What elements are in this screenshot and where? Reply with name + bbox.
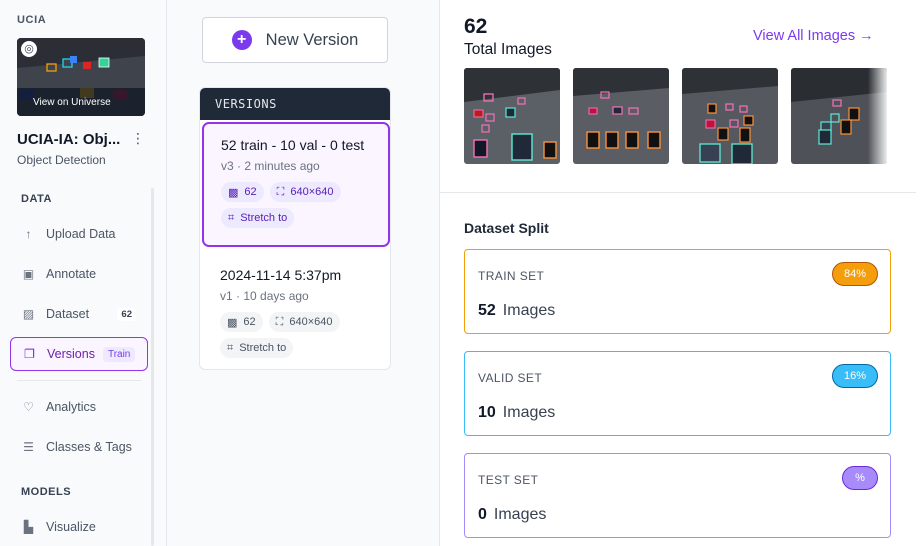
workspace-name: UCIA <box>17 14 47 26</box>
sidebar-item-label: Visualize <box>46 520 96 534</box>
plus-icon: + <box>231 30 252 50</box>
sidebar-scrollbar[interactable] <box>151 188 154 546</box>
new-version-label: New Version <box>265 30 359 49</box>
image-count: 62 <box>243 316 256 328</box>
section-data-heading: DATA <box>21 193 52 205</box>
upload-icon: ↑ <box>25 227 32 241</box>
test-set-label: TEST SET <box>478 473 539 487</box>
image-preview[interactable] <box>791 68 887 164</box>
new-version-button[interactable]: + New Version <box>202 17 388 63</box>
version-card-v3[interactable]: 52 train - 10 val - 0 test v3 · 2 minute… <box>202 122 390 247</box>
dataset-count-badge: 62 <box>117 307 136 321</box>
version-title: 2024-11-14 5:37pm <box>220 267 342 283</box>
valid-set-card[interactable]: VALID SET 16% 10 Images <box>464 351 891 436</box>
visualize-icon: ▙ <box>23 520 34 534</box>
image-count-chip: ▩ 62 <box>221 182 264 202</box>
train-count-value: 52 <box>478 302 496 319</box>
image-preview[interactable] <box>464 68 560 164</box>
sidebar: UCIA ◎ View on Universe UCIA-IA: Obj... … <box>0 0 167 546</box>
test-count: 0 Images <box>478 506 546 524</box>
image-previews <box>464 68 900 164</box>
train-count-unit: Images <box>502 302 556 319</box>
train-percent-badge: 84% <box>831 262 878 286</box>
image-count: 62 <box>244 186 257 198</box>
project-title[interactable]: UCIA-IA: Obj... <box>17 131 120 148</box>
image-preview[interactable] <box>682 68 778 164</box>
version-meta: v1 · 10 days ago <box>220 289 309 303</box>
image-size: 640×640 <box>289 316 333 328</box>
versions-header: VERSIONS <box>200 88 390 120</box>
sidebar-item-label: Analytics <box>46 400 97 414</box>
classes-icon: ☰ <box>23 440 34 454</box>
preprocess-label: Stretch to <box>240 212 288 224</box>
preprocess-chip: ⌗ Stretch to <box>221 208 295 228</box>
sidebar-item-label: Upload Data <box>46 227 116 241</box>
section-models-heading: MODELS <box>21 486 72 498</box>
train-tag: Train <box>102 346 136 362</box>
valid-set-label: VALID SET <box>478 371 543 385</box>
stretch-icon: ⌗ <box>228 211 235 224</box>
versions-column: + New Version VERSIONS 52 train - 10 val… <box>167 0 440 546</box>
train-set-label: TRAIN SET <box>478 269 545 283</box>
preprocess-chip: ⌗ Stretch to <box>220 338 294 358</box>
project-thumbnail[interactable]: ◎ View on Universe <box>17 38 145 116</box>
sidebar-item-label: Dataset <box>46 307 90 321</box>
test-set-card[interactable]: TEST SET % 0 Images <box>464 453 891 538</box>
view-all-images-link[interactable]: View All Images → <box>753 28 874 44</box>
test-count-unit: Images <box>493 506 547 523</box>
test-count-value: 0 <box>478 506 487 523</box>
dataset-split-title: Dataset Split <box>464 220 549 236</box>
valid-percent-badge: 16% <box>831 364 878 388</box>
train-set-card[interactable]: TRAIN SET 84% 52 Images <box>464 249 891 334</box>
analytics-icon: ♡ <box>23 400 34 414</box>
version-title: 52 train - 10 val - 0 test <box>221 137 365 153</box>
version-card-v1[interactable]: 2024-11-14 5:37pm v1 · 10 days ago ▩ 62 ⛶… <box>202 254 390 369</box>
sidebar-item-label: Versions <box>47 347 95 361</box>
preprocess-label: Stretch to <box>239 342 287 354</box>
test-percent-badge: % <box>842 466 878 490</box>
sidebar-item-visualize[interactable]: ▙ Visualize <box>10 510 148 544</box>
image-count-chip: ▩ 62 <box>220 312 263 332</box>
versions-panel: VERSIONS 52 train - 10 val - 0 test v3 ·… <box>199 87 391 370</box>
view-on-universe-link[interactable]: View on Universe <box>33 97 111 108</box>
globe-icon: ◎ <box>21 41 37 57</box>
valid-count-unit: Images <box>502 404 556 421</box>
valid-count: 10 Images <box>478 404 555 422</box>
sidebar-divider <box>17 380 141 381</box>
versions-icon: ❐ <box>24 347 35 361</box>
total-images-count: 62 <box>464 15 488 38</box>
project-type: Object Detection <box>17 153 106 167</box>
dataset-icon: ▨ <box>22 307 35 321</box>
train-count: 52 Images <box>478 302 555 320</box>
sidebar-item-dataset[interactable]: ▨ Dataset 62 <box>10 297 148 331</box>
resize-icon: ⛶ <box>276 185 285 198</box>
thumbnail-caption-bar: View on Universe <box>17 88 145 116</box>
section-divider <box>440 192 916 193</box>
image-icon: ▩ <box>228 186 239 199</box>
more-options-icon[interactable]: ⋮ <box>131 130 145 147</box>
annotate-icon: ▣ <box>22 267 35 281</box>
resize-icon: ⛶ <box>275 315 284 328</box>
sidebar-item-classes-tags[interactable]: ☰ Classes & Tags <box>10 430 148 464</box>
image-size-chip: ⛶ 640×640 <box>269 182 341 202</box>
version-details: 62 Total Images View All Images → Datase… <box>440 0 921 546</box>
image-size-chip: ⛶ 640×640 <box>268 312 340 332</box>
version-meta: v3 · 2 minutes ago <box>221 159 320 173</box>
image-preview[interactable] <box>573 68 669 164</box>
image-icon: ▩ <box>227 316 238 329</box>
image-size: 640×640 <box>290 186 334 198</box>
sidebar-item-annotate[interactable]: ▣ Annotate <box>10 257 148 291</box>
sidebar-item-upload-data[interactable]: ↑ Upload Data <box>10 217 148 251</box>
total-images-label: Total Images <box>464 41 552 58</box>
sidebar-item-label: Annotate <box>46 267 97 281</box>
sidebar-item-analytics[interactable]: ♡ Analytics <box>10 390 148 424</box>
sidebar-item-versions[interactable]: ❐ Versions Train <box>10 337 148 371</box>
valid-count-value: 10 <box>478 404 496 421</box>
sidebar-item-label: Classes & Tags <box>46 440 132 454</box>
stretch-icon: ⌗ <box>227 341 234 354</box>
